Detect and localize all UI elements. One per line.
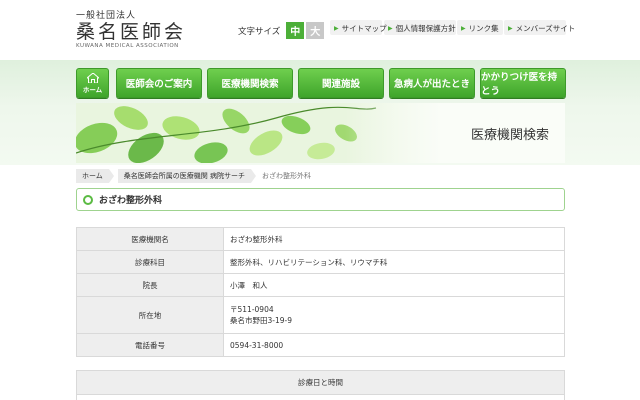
page-banner: 医療機関検索 — [76, 103, 565, 163]
font-size-label: 文字サイズ — [238, 26, 281, 37]
row-label: 院長 — [76, 273, 224, 297]
font-size-large-button[interactable]: 大 — [306, 22, 325, 39]
privacy-policy-link-label: 個人情報保護方針 — [395, 24, 456, 33]
font-size-switcher: 文字サイズ 中 大 — [238, 22, 325, 39]
breadcrumb-home-link[interactable]: ホーム — [76, 169, 109, 183]
site-header: 一般社団法人 桑名医師会 KUWANA MEDICAL ASSOCIATION … — [0, 0, 640, 60]
nav-about-button[interactable]: 医師会のご案内 — [116, 68, 202, 98]
row-value: おざわ整形外科 — [223, 227, 565, 251]
breadcrumb-search-link[interactable]: 桑名医師会所属の医療機関 病院サーチ — [117, 169, 252, 183]
clinic-info-table: 医療機関名 おざわ整形外科 診療科目 整形外科、リハビリテーション科、リウマチ科… — [76, 227, 565, 357]
site-logo[interactable]: 一般社団法人 桑名医師会 KUWANA MEDICAL ASSOCIATION — [76, 8, 186, 49]
members-site-link-label: メンバーズサイト — [515, 24, 576, 33]
row-value: 〒511-0904 桑名市野田3-19-9 — [223, 296, 565, 334]
logo-subtitle: 一般社団法人 — [76, 11, 137, 21]
consultation-hours-heading: 診療日と時間 — [77, 371, 564, 395]
row-label: 診療科目 — [76, 250, 224, 274]
nav-home-button[interactable]: ホーム — [76, 68, 109, 98]
logo-english: KUWANA MEDICAL ASSOCIATION — [76, 43, 179, 49]
sitemap-link[interactable]: ▶ サイトマップ — [334, 23, 387, 34]
table-row: 所在地 〒511-0904 桑名市野田3-19-9 — [76, 296, 565, 334]
arrow-right-icon: ▶ — [461, 25, 466, 32]
members-site-link[interactable]: ▶ メンバーズサイト — [508, 23, 575, 34]
consultation-hours-box: 診療日と時間 — [76, 370, 565, 400]
breadcrumb-separator — [108, 169, 114, 183]
table-row: 院長 小澤 和人 — [76, 273, 565, 297]
page-title: おざわ整形外科 — [99, 196, 163, 206]
privacy-policy-link[interactable]: ▶ 個人情報保護方針 — [388, 23, 456, 34]
breadcrumb: ホーム 桑名医師会所属の医療機関 病院サーチ おざわ整形外科 — [76, 169, 565, 183]
arrow-right-icon: ▶ — [334, 25, 339, 32]
breadcrumb-separator — [251, 169, 257, 183]
sitemap-link-label: サイトマップ — [341, 24, 387, 33]
nav-home-label: ホーム — [82, 85, 103, 94]
row-value: 0594-31-8000 — [223, 333, 565, 357]
nav-family-doctor-button[interactable]: かかりつけ医を持とう — [480, 68, 566, 98]
arrow-right-icon: ▶ — [388, 25, 393, 32]
page-heading: おざわ整形外科 — [76, 188, 565, 211]
arrow-right-icon: ▶ — [508, 25, 513, 32]
table-row: 診療科目 整形外科、リハビリテーション科、リウマチ科 — [76, 250, 565, 274]
logo-title: 桑名医師会 — [76, 21, 187, 43]
table-row: 医療機関名 おざわ整形外科 — [76, 227, 565, 251]
nav-clinic-search-button[interactable]: 医療機関検索 — [207, 68, 293, 98]
home-icon — [86, 72, 99, 83]
row-label: 医療機関名 — [76, 227, 224, 251]
nav-related-facilities-button[interactable]: 関連施設 — [298, 68, 384, 98]
row-label: 電話番号 — [76, 333, 224, 357]
nav-emergency-button[interactable]: 急病人が出たとき — [389, 68, 475, 98]
font-size-medium-button[interactable]: 中 — [286, 22, 305, 39]
circle-bullet-icon — [83, 194, 93, 205]
links-link-label: リンク集 — [468, 24, 499, 33]
postal-code: 〒511-0904 — [230, 305, 274, 314]
row-value: 小澤 和人 — [223, 273, 565, 297]
links-link[interactable]: ▶ リンク集 — [461, 23, 499, 34]
row-value: 整形外科、リハビリテーション科、リウマチ科 — [223, 250, 565, 274]
banner-title: 医療機関検索 — [470, 128, 549, 143]
breadcrumb-current: おざわ整形外科 — [262, 172, 312, 180]
table-row: 電話番号 0594-31-8000 — [76, 333, 565, 357]
row-label: 所在地 — [76, 296, 224, 334]
address: 桑名市野田3-19-9 — [230, 316, 292, 325]
